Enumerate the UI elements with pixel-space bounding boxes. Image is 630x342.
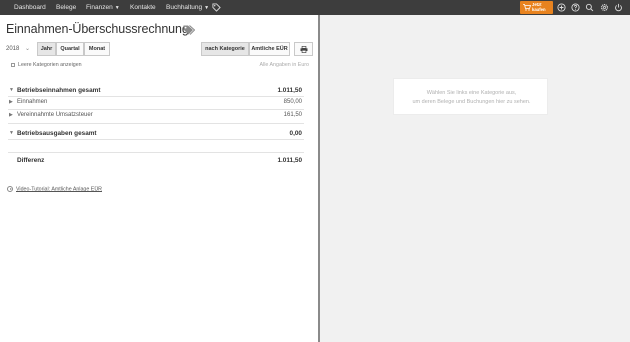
view-tab-nach-kategorie[interactable]: nach Kategorie [201, 42, 249, 56]
divider [8, 123, 304, 124]
print-button[interactable] [294, 42, 313, 56]
caret-right-icon: ▶ [9, 112, 13, 118]
nav-belege[interactable]: Belege [56, 0, 76, 15]
nav-dashboard[interactable]: Dashboard [14, 0, 46, 15]
caret-right-icon: ▶ [9, 99, 13, 105]
nav-finanzen[interactable]: Finanzen ▼ [86, 0, 120, 15]
divider [8, 152, 304, 153]
caret-down-icon: ▼ [9, 87, 14, 93]
period-tab-monat[interactable]: Monat [84, 42, 110, 56]
report-panel: Einnahmen-Überschussrechnung 2018 ⌄ Jahr… [0, 15, 318, 342]
buy-now-line2: kaufen [532, 6, 546, 12]
nav-kontakte[interactable]: Kontakte [130, 0, 156, 15]
chevron-down-icon: ▼ [204, 5, 210, 11]
power-icon[interactable] [614, 3, 623, 12]
expense-total-amount: 0,00 [289, 130, 302, 137]
help-icon[interactable] [571, 3, 580, 12]
table-row[interactable]: ▶ Vereinnahmte Umsatzsteuer 161,50 [8, 110, 304, 121]
nav-buchhaltung[interactable]: Buchhaltung ▼ [166, 0, 209, 15]
play-icon [7, 186, 13, 192]
row-label: Einnahmen [17, 99, 48, 105]
detail-panel: Wählen Sie links eine Kategorie aus, um … [320, 15, 630, 342]
year-value: 2018 [6, 46, 20, 52]
cart-icon [523, 4, 531, 11]
chevron-down-icon: ⌄ [25, 46, 31, 52]
difference-row: Differenz 1.011,50 [8, 155, 304, 166]
gear-icon[interactable] [600, 3, 609, 12]
period-tab-quartal[interactable]: Quartal [56, 42, 84, 56]
buy-now-label: Jetzt kaufen [532, 2, 552, 12]
checkbox[interactable] [11, 62, 15, 67]
video-tutorial-link[interactable]: Video-Tutorial: Amtliche Anlage EÜR [7, 186, 102, 192]
row-amount: 161,50 [283, 112, 302, 118]
printer-icon [300, 45, 307, 53]
buy-now-button[interactable]: Jetzt kaufen [520, 1, 553, 14]
currency-note: Alle Angaben in Euro [259, 62, 309, 68]
caret-down-icon: ▼ [9, 130, 14, 136]
row-amount: 850,00 [283, 99, 302, 105]
difference-amount: 1.011,50 [277, 157, 302, 164]
chevron-down-icon: ▼ [114, 5, 120, 11]
video-tutorial-label: Video-Tutorial: Amtliche Anlage EÜR [16, 186, 102, 193]
income-total-label: Betriebseinnahmen gesamt [17, 87, 101, 94]
page-title: Einnahmen-Überschussrechnung [6, 22, 189, 36]
table-row[interactable]: ▶ Einnahmen 850,00 [8, 97, 304, 108]
tags-icon[interactable] [183, 25, 195, 35]
expense-total-row[interactable]: ▼ Betriebsausgaben gesamt 0,00 [8, 128, 304, 139]
empty-state-line2: um deren Belege und Buchungen hier zu se… [412, 99, 531, 105]
tag-icon[interactable] [212, 3, 221, 12]
income-total-amount: 1.011,50 [277, 87, 302, 94]
period-tab-jahr[interactable]: Jahr [37, 42, 56, 56]
view-tab-amtliche-eur[interactable]: Amtliche EÜR [249, 42, 290, 56]
empty-state-line1: Wählen Sie links eine Kategorie aus, [426, 90, 517, 96]
difference-label: Differenz [17, 157, 45, 164]
empty-categories-checkbox[interactable]: Leere Kategorien anzeigen [11, 62, 82, 68]
expense-total-label: Betriebsausgaben gesamt [17, 130, 97, 137]
search-icon[interactable] [585, 3, 594, 12]
row-label: Vereinnahmte Umsatzsteuer [17, 112, 93, 118]
nav-finanzen-label: Finanzen [86, 4, 113, 11]
nav-buchhaltung-label: Buchhaltung [166, 4, 203, 11]
checkbox-label: Leere Kategorien anzeigen [18, 62, 82, 68]
income-total-row[interactable]: ▼ Betriebseinnahmen gesamt 1.011,50 [8, 85, 304, 96]
plus-circle-icon[interactable] [557, 3, 566, 12]
year-select[interactable]: 2018 ⌄ [6, 42, 36, 56]
divider [8, 139, 304, 140]
empty-state-box: Wählen Sie links eine Kategorie aus, um … [393, 78, 548, 115]
top-navigation-bar: Dashboard Belege Finanzen ▼ Kontakte Buch… [0, 0, 630, 15]
